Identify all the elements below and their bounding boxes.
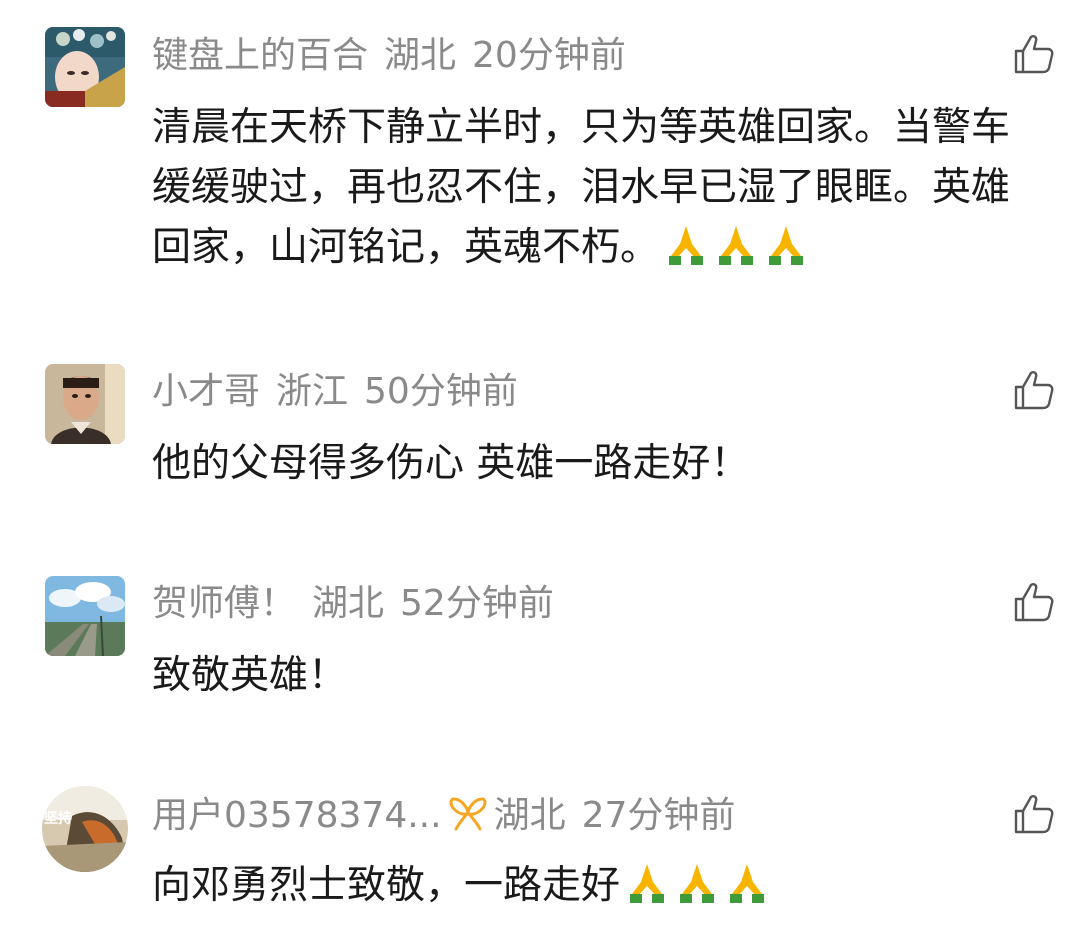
location: 浙江	[276, 371, 349, 412]
username[interactable]: 用户03578374...	[152, 795, 442, 836]
comment-meta: 用户03578374... 湖北 27分钟前	[152, 794, 735, 838]
thumbs-up-icon	[1014, 795, 1054, 834]
location: 湖北	[384, 35, 457, 76]
location: 湖北	[312, 583, 385, 624]
thumbs-up-icon	[1014, 35, 1054, 74]
timestamp: 27分钟前	[581, 795, 736, 836]
timestamp: 50分钟前	[364, 371, 518, 412]
like-button[interactable]	[1012, 792, 1056, 836]
timestamp: 20分钟前	[472, 35, 626, 76]
timestamp: 52分钟前	[400, 583, 554, 624]
folded-hands-icon	[674, 860, 720, 906]
thumbs-up-icon	[1014, 371, 1054, 410]
thumbs-up-icon	[1014, 583, 1054, 622]
username[interactable]: 小才哥	[152, 371, 260, 412]
comment-text: 致敬英雄！	[152, 653, 348, 698]
location: 湖北	[493, 795, 566, 836]
comment-text: 他的父母得多伤心 英雄一路走好！	[152, 441, 750, 486]
folded-hands-icon	[663, 222, 709, 268]
avatar[interactable]	[45, 364, 125, 444]
comment-meta: 键盘上的百合 湖北 20分钟前	[152, 34, 626, 78]
comment-text: 清晨在天桥下静立半时，只为等英雄回家。当警车缓缓驶过，再也忍不住，泪水早已湿了眼…	[152, 105, 1011, 270]
ribbon-badge-icon	[448, 795, 488, 831]
username[interactable]: 键盘上的百合	[152, 35, 368, 76]
username[interactable]: 贺师傅！	[152, 583, 296, 624]
avatar[interactable]	[45, 27, 125, 107]
folded-hands-icon	[713, 222, 759, 268]
avatar-caption: 坚持	[44, 811, 72, 827]
avatar[interactable]: 坚持	[42, 786, 128, 872]
folded-hands-icon	[724, 860, 770, 906]
comment-meta: 小才哥 浙江 50分钟前	[152, 370, 518, 414]
like-button[interactable]	[1012, 580, 1056, 624]
like-button[interactable]	[1012, 368, 1056, 412]
comment-list: 键盘上的百合 湖北 20分钟前 清晨在天桥下静立半时，只为等英雄回家。当警车缓缓驶过…	[0, 0, 1080, 952]
avatar[interactable]	[45, 576, 125, 656]
comment-meta: 贺师傅！ 湖北 52分钟前	[152, 582, 554, 626]
folded-hands-icon	[624, 860, 670, 906]
like-button[interactable]	[1012, 32, 1056, 76]
comment-text: 向邓勇烈士致敬，一路走好	[152, 856, 1032, 916]
folded-hands-icon	[763, 222, 809, 268]
